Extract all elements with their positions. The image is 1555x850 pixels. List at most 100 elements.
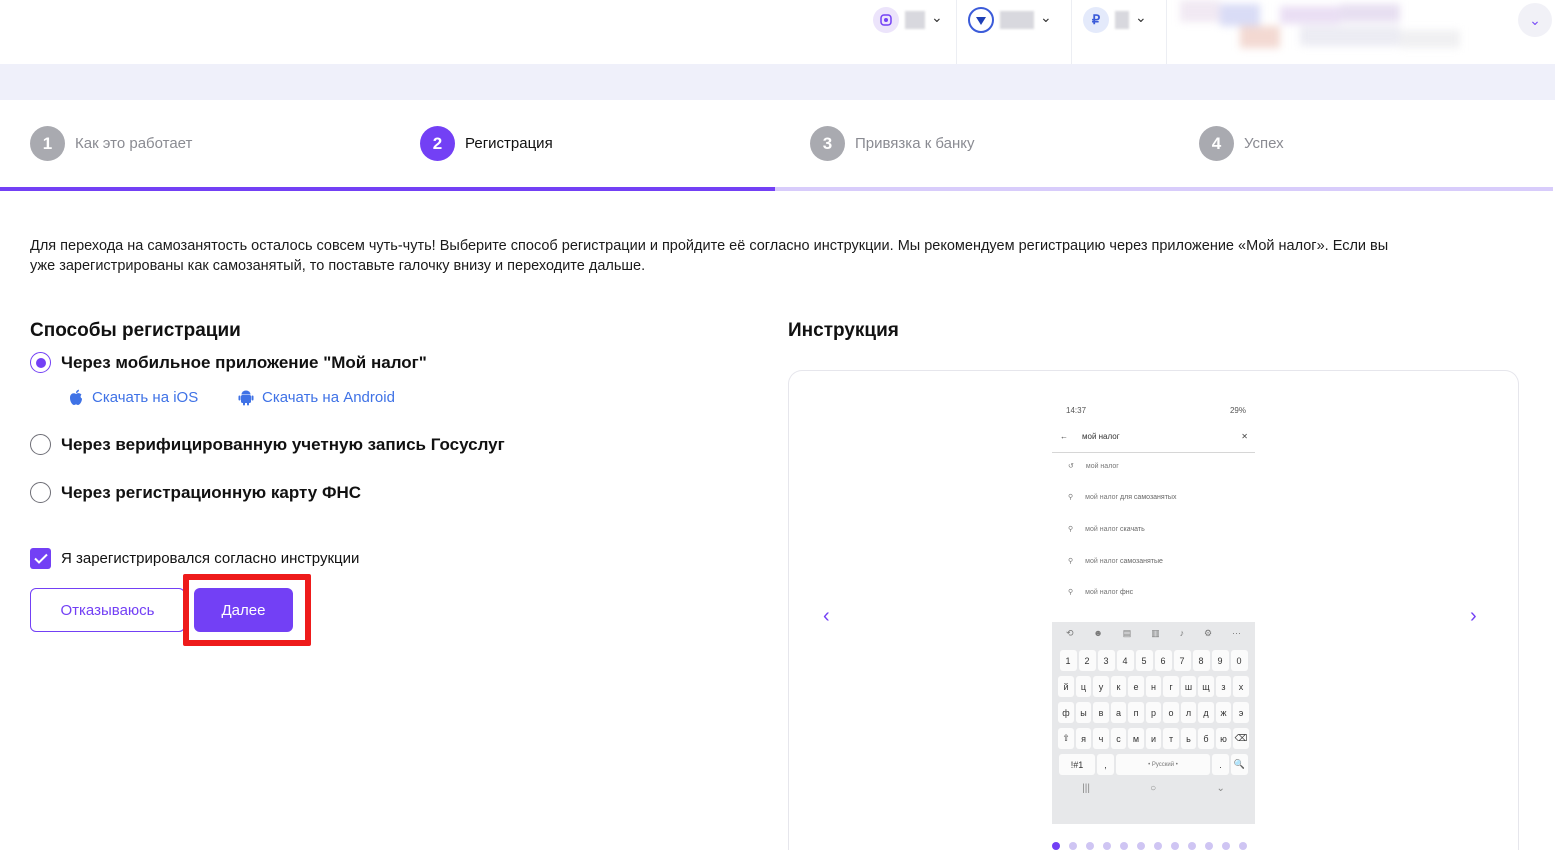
carousel-dot[interactable] — [1120, 842, 1128, 850]
chevron-right-icon: › — [1470, 605, 1477, 627]
keyboard-key: о — [1163, 702, 1179, 723]
user-menu-button[interactable]: ⌄ — [1518, 3, 1552, 37]
keyboard-key: э — [1233, 702, 1249, 723]
header-band — [0, 64, 1555, 100]
step-1[interactable]: 1 Как это работает — [30, 126, 192, 161]
phone-nav-bar: ||| ○ ⌄ — [1082, 783, 1225, 794]
gift-icon — [873, 7, 899, 33]
carousel-dot[interactable] — [1154, 842, 1162, 850]
carousel-dot[interactable] — [1103, 842, 1111, 850]
keyboard-rows: 1 2 3 4 5 6 7 8 9 0 й ц у к е н г ш щ з х ф ы в а п р о л д ж э ⇧ я ч с м и т ь… — [1052, 650, 1255, 749]
carousel-dot[interactable] — [1205, 842, 1213, 850]
step-label: Успех — [1244, 135, 1284, 152]
keyboard-key: в — [1093, 702, 1109, 723]
carousel-prev-button[interactable]: ‹ — [823, 605, 830, 628]
radio-label: Через регистрационную карту ФНС — [61, 482, 362, 502]
keyboard-key: л — [1180, 702, 1197, 723]
keyboard-key: ш — [1180, 676, 1197, 697]
phone-suggestion: ↺ мой налог — [1068, 462, 1119, 471]
instruction-title: Инструкция — [788, 320, 899, 341]
apple-icon — [70, 389, 82, 405]
carousel-dots — [1052, 842, 1247, 850]
search-icon: ⚲ — [1068, 589, 1074, 596]
carousel-dot[interactable] — [1188, 842, 1196, 850]
keyboard-key: ы — [1075, 702, 1092, 723]
keyboard-key: у — [1093, 676, 1109, 697]
keyboard-key: б — [1198, 728, 1214, 749]
step-2[interactable]: 2 Регистрация — [420, 126, 553, 161]
radio-label: Через мобильное приложение "Мой налог" — [61, 352, 427, 372]
carousel-dot[interactable] — [1137, 842, 1145, 850]
keyboard-key: д — [1198, 702, 1214, 723]
carousel-next-button[interactable]: › — [1470, 605, 1477, 628]
checkmark-icon — [33, 553, 48, 564]
keyboard-key: ⌫ — [1233, 728, 1249, 749]
chevron-down-icon: ⌄ — [1529, 11, 1541, 28]
keyboard-key: ь — [1180, 728, 1197, 749]
decline-button[interactable]: Отказываюсь — [30, 588, 185, 632]
header-divider — [956, 0, 957, 64]
next-button[interactable]: Далее — [194, 588, 293, 632]
stepper-progress-fill — [0, 187, 775, 191]
intro-text: Для перехода на самозанятость осталось с… — [30, 238, 1389, 274]
carousel-dot[interactable] — [1222, 842, 1230, 850]
header-ruble-menu[interactable]: ₽ ⌄ — [1083, 0, 1147, 64]
carousel-dot[interactable] — [1069, 842, 1077, 850]
radio-option-fns-card[interactable]: Через регистрационную карту ФНС — [30, 482, 361, 503]
chevron-down-icon: ⌄ — [931, 9, 943, 25]
step-3[interactable]: 3 Привязка к банку — [810, 126, 975, 161]
step-4[interactable]: 4 Успех — [1199, 126, 1284, 161]
download-ios-link[interactable]: Скачать на iOS — [68, 389, 198, 406]
keyboard-key: ц — [1075, 676, 1092, 697]
keyboard-key: 4 — [1116, 650, 1134, 671]
phone-suggestion: ⚲ мой налог для самозанятых — [1068, 493, 1177, 502]
carousel-dot[interactable] — [1171, 842, 1179, 850]
instruction-phone-image: 14:37 29% ← мой налог ✕ ↺ мой налог ⚲ мой … — [1052, 402, 1255, 824]
keyboard-key: п — [1128, 702, 1144, 723]
phone-status-bar: 14:37 29% — [1066, 406, 1246, 415]
radio-button[interactable] — [30, 482, 51, 503]
phone-search-bar: ← мой налог ✕ — [1060, 426, 1248, 446]
radio-option-gosuslugi[interactable]: Через верифицированную учетную запись Го… — [30, 434, 505, 455]
blurred-value — [1000, 11, 1034, 29]
download-android-link[interactable]: Скачать на Android — [238, 389, 395, 406]
phone-divider — [1052, 452, 1255, 453]
radio-button[interactable] — [30, 352, 51, 373]
carousel-dot[interactable] — [1086, 842, 1094, 850]
search-icon: ⚲ — [1068, 526, 1074, 533]
header-divider — [1071, 0, 1072, 64]
radio-option-my-tax-app[interactable]: Через мобильное приложение "Мой налог" — [30, 352, 427, 373]
step-label: Как это работает — [75, 135, 193, 152]
keyboard-key: 9 — [1211, 650, 1229, 671]
phone-suggestion: ⚲ мой налог скачать — [1068, 525, 1145, 534]
keyboard-key: 1 — [1059, 650, 1077, 671]
carousel-dot[interactable] — [1239, 842, 1247, 850]
blurred-user-info — [1180, 0, 1460, 50]
keyboard-row: ⇧ я ч с м и т ь б ю ⌫ — [1052, 728, 1255, 749]
radio-label: Через верифицированную учетную запись Го… — [61, 434, 505, 454]
step-label: Привязка к банку — [855, 135, 975, 152]
header-gift-menu[interactable]: ⌄ — [873, 0, 943, 64]
keyboard-key: 7 — [1173, 650, 1191, 671]
keyboard-key: ч — [1093, 728, 1109, 749]
keyboard-key: ⇧ — [1058, 728, 1074, 749]
keyboard-key: ю — [1215, 728, 1232, 749]
phone-time: 14:37 — [1066, 406, 1087, 415]
download-android-label: Скачать на Android — [262, 389, 395, 406]
keyboard-key: х — [1233, 676, 1249, 697]
android-icon — [238, 390, 254, 406]
carousel-dot[interactable] — [1052, 842, 1060, 850]
header-shield-menu[interactable]: ⌄ — [968, 0, 1052, 64]
radio-button[interactable] — [30, 434, 51, 455]
chevron-left-icon: ‹ — [823, 605, 830, 627]
keyboard-key: г — [1163, 676, 1179, 697]
phone-battery: 29% — [1229, 406, 1246, 415]
keyboard-key: я — [1075, 728, 1092, 749]
keyboard-row: фывапролджэ — [1052, 702, 1255, 723]
keyboard-key: м — [1128, 728, 1144, 749]
confirm-checkbox[interactable] — [30, 548, 51, 569]
keyboard-key: е — [1128, 676, 1144, 697]
confirm-registration-row[interactable]: Я зарегистрировался согласно инструкции — [30, 548, 359, 569]
keyboard-key: 3 — [1097, 650, 1115, 671]
keyboard-key: р — [1145, 702, 1162, 723]
